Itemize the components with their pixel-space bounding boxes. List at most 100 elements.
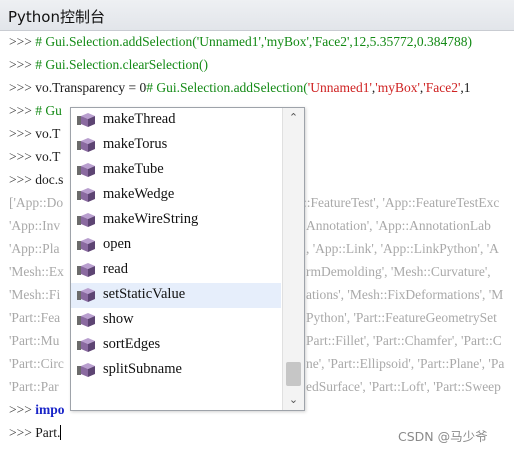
console-line: >>> # Gu — [9, 102, 62, 120]
string-text: 'myBox' — [375, 80, 420, 95]
python-method-cube-icon — [77, 263, 95, 277]
console-title-bar: Python控制台 — [0, 0, 514, 31]
autocomplete-popup[interactable]: makeThread makeTorus makeTube makeWedge make… — [70, 107, 305, 411]
python-method-cube-icon — [77, 188, 95, 202]
output-line-right: edSurface', 'Part::Loft', 'Part::Sweep — [306, 378, 501, 396]
autocomplete-item[interactable]: makeWedge — [71, 183, 281, 208]
prompt: >>> — [9, 34, 32, 49]
autocomplete-item[interactable]: setStaticValue — [71, 283, 281, 308]
output-line: 'Mesh::Fi — [9, 286, 60, 304]
code-text: vo.Transparency = 0 — [35, 80, 147, 95]
python-method-cube-icon — [77, 163, 95, 177]
output-left: 'Mesh::Ex — [9, 264, 64, 279]
scroll-down-arrow-icon[interactable]: ⌄ — [283, 390, 304, 410]
output-line-right: Part::Fillet', 'Part::Chamfer', 'Part::C — [306, 332, 502, 350]
keyword-text: impo — [35, 402, 65, 417]
output-line: 'Part::Mu — [9, 332, 59, 350]
autocomplete-item-label: makeWireString — [103, 211, 199, 227]
autocomplete-list[interactable]: makeThread makeTorus makeTube makeWedge make… — [71, 108, 281, 383]
python-method-cube-icon — [77, 288, 95, 302]
autocomplete-scrollbar[interactable]: ⌃ ⌄ — [282, 108, 304, 410]
scroll-up-arrow-icon[interactable]: ⌃ — [283, 108, 304, 128]
code-text: ,1 — [460, 80, 471, 95]
python-method-cube-icon — [77, 138, 95, 152]
autocomplete-item-label: makeTube — [103, 161, 164, 177]
output-line: 'Part::Circ — [9, 355, 64, 373]
output-left: 'Part::Par — [9, 379, 59, 394]
console-line: >>> vo.T — [9, 125, 60, 143]
string-text: 'Face2' — [423, 80, 461, 95]
output-right: ne', 'Part::Ellipsoid', 'Part::Plane', '… — [306, 356, 505, 371]
prompt: >>> — [9, 172, 32, 187]
output-right: , 'App::Link', 'App::LinkPython', 'A — [306, 241, 499, 256]
autocomplete-item-label: makeWedge — [103, 186, 175, 202]
autocomplete-item-label: open — [103, 236, 132, 252]
autocomplete-item[interactable]: open — [71, 233, 281, 258]
python-method-cube-icon — [77, 238, 95, 252]
autocomplete-item-label: makeThread — [103, 111, 176, 127]
autocomplete-item[interactable]: read — [71, 258, 281, 283]
code-text: doc.s — [35, 172, 64, 187]
output-right: edSurface', 'Part::Loft', 'Part::Sweep — [306, 379, 501, 394]
output-line: 'Part::Fea — [9, 309, 60, 327]
output-left: ['App::Do — [9, 195, 64, 210]
output-line: 'App::Pla — [9, 240, 59, 258]
comment-text: # Gu — [35, 103, 62, 118]
python-method-cube-icon — [77, 313, 95, 327]
output-left: 'App::Inv — [9, 218, 61, 233]
autocomplete-item[interactable]: makeTorus — [71, 133, 281, 158]
console-line: >>> # Gui.Selection.clearSelection() — [9, 56, 208, 74]
console-title: Python控制台 — [8, 8, 105, 26]
current-input-text[interactable]: Part. — [35, 425, 60, 440]
output-line-right: , 'App::Link', 'App::LinkPython', 'A — [306, 240, 499, 258]
code-text: vo.T — [35, 126, 61, 141]
output-line: 'Part::Par — [9, 378, 59, 396]
autocomplete-item[interactable]: splitSubname — [71, 358, 281, 383]
output-right: Python', 'Part::FeatureGeometrySet — [306, 310, 497, 325]
output-left: 'Part::Mu — [9, 333, 60, 348]
output-right: Part::Fillet', 'Part::Chamfer', 'Part::C — [306, 333, 502, 348]
autocomplete-item-label: splitSubname — [103, 361, 182, 377]
output-left: 'App::Pla — [9, 241, 60, 256]
python-method-cube-icon — [77, 338, 95, 352]
autocomplete-item-label: sortEdges — [103, 336, 161, 352]
output-line-right: Python', 'Part::FeatureGeometrySet — [306, 309, 497, 327]
comment-text: # Gui.Selection.addSelection( — [146, 80, 308, 95]
prompt: >>> — [9, 149, 32, 164]
output-right: ::FeatureTest', 'App::FeatureTestExc — [303, 195, 500, 210]
autocomplete-item[interactable]: makeWireString — [71, 208, 281, 233]
autocomplete-item-label: show — [103, 311, 134, 327]
output-right: Annotation', 'App::AnnotationLab — [306, 218, 491, 233]
watermark: CSDN @马少爷 — [398, 429, 488, 444]
prompt: >>> — [9, 402, 32, 417]
console-line: >>> # Gui.Selection.addSelection('Unname… — [9, 33, 472, 51]
console-line: >>> vo.T — [9, 148, 60, 166]
console-line: >>> impo — [9, 401, 64, 419]
console-input-line[interactable]: >>> Part. — [9, 424, 62, 442]
autocomplete-item[interactable]: makeThread — [71, 108, 281, 133]
autocomplete-item[interactable]: makeTube — [71, 158, 281, 183]
autocomplete-item-label: makeTorus — [103, 136, 168, 152]
python-method-cube-icon — [77, 213, 95, 227]
prompt: >>> — [9, 57, 32, 72]
output-line-right: ne', 'Part::Ellipsoid', 'Part::Plane', '… — [306, 355, 504, 373]
python-method-cube-icon — [77, 113, 95, 127]
python-method-cube-icon — [77, 363, 95, 377]
output-right: rmDemolding', 'Mesh::Curvature', — [306, 264, 491, 279]
autocomplete-item[interactable]: show — [71, 308, 281, 333]
prompt: >>> — [9, 126, 32, 141]
output-line-right: rmDemolding', 'Mesh::Curvature', — [306, 263, 491, 281]
comment-text: # Gui.Selection.clearSelection() — [35, 57, 209, 72]
output-right: ations', 'Mesh::FixDeformations', 'M — [306, 287, 504, 302]
scrollbar-thumb[interactable] — [286, 362, 301, 386]
prompt: >>> — [9, 80, 32, 95]
code-text: vo.T — [35, 149, 61, 164]
autocomplete-item[interactable]: sortEdges — [71, 333, 281, 358]
output-line: ['App::Do — [9, 194, 63, 212]
autocomplete-item-label: setStaticValue — [103, 286, 186, 302]
prompt: >>> — [9, 103, 32, 118]
string-text: 'Unnamed1' — [307, 80, 372, 95]
output-line: 'Mesh::Ex — [9, 263, 64, 281]
prompt: >>> — [9, 425, 32, 440]
output-line-right: ations', 'Mesh::FixDeformations', 'M — [306, 286, 503, 304]
